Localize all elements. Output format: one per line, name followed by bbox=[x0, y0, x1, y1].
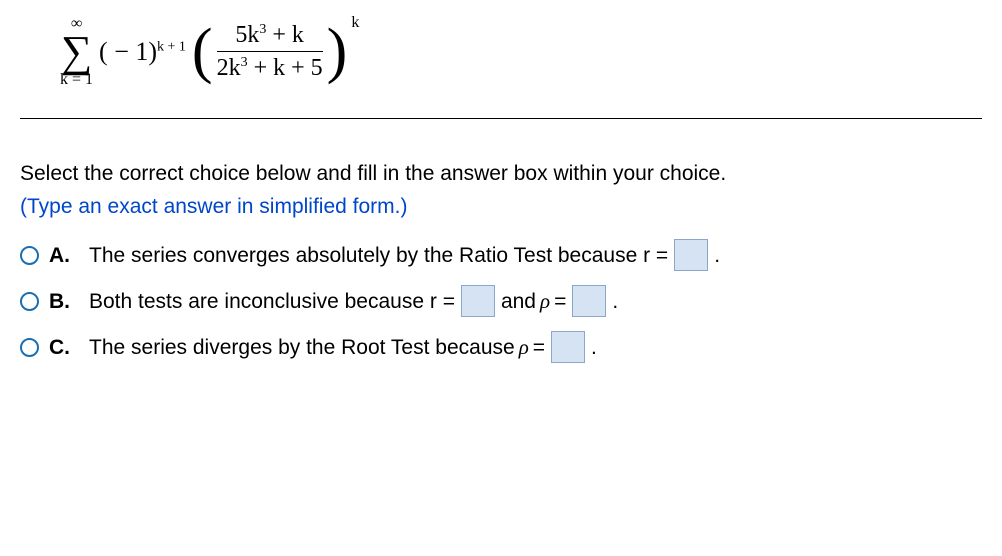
choice-b-rho: ρ bbox=[540, 287, 550, 316]
choice-a-post: . bbox=[714, 241, 720, 270]
choice-b-label: B. bbox=[49, 287, 71, 316]
outer-exponent: k bbox=[351, 12, 359, 34]
left-paren: ( bbox=[192, 27, 213, 77]
choice-c-eq: = bbox=[533, 333, 545, 362]
choice-c-post: . bbox=[591, 333, 597, 362]
radio-b[interactable] bbox=[20, 292, 39, 311]
right-paren: ) bbox=[327, 27, 348, 77]
radio-a[interactable] bbox=[20, 246, 39, 265]
choice-a-row: A. The series converges absolutely by th… bbox=[20, 239, 982, 271]
choice-b-post: . bbox=[612, 287, 618, 316]
choice-b-text: Both tests are inconclusive because r = … bbox=[89, 285, 618, 317]
choice-a-text: The series converges absolutely by the R… bbox=[89, 239, 720, 271]
sigma-block: ∞ ∑ k = 1 bbox=[60, 16, 93, 88]
choice-c-row: C. The series diverges by the Root Test … bbox=[20, 331, 982, 363]
fraction: 5k3 + k 2k3 + k + 5 bbox=[213, 21, 327, 84]
term1-base: ( − 1) bbox=[99, 37, 157, 66]
fraction-bar bbox=[217, 51, 323, 52]
numerator: 5k3 + k bbox=[235, 21, 304, 50]
choice-a-label: A. bbox=[49, 241, 71, 270]
choice-b-row: B. Both tests are inconclusive because r… bbox=[20, 285, 982, 317]
alternating-term: ( − 1)k + 1 bbox=[99, 34, 186, 70]
choice-c-text: The series diverges by the Root Test bec… bbox=[89, 331, 597, 363]
instruction-text: Select the correct choice below and fill… bbox=[20, 159, 982, 188]
section-divider bbox=[20, 118, 982, 119]
radio-c[interactable] bbox=[20, 338, 39, 357]
sigma-symbol: ∑ bbox=[61, 32, 92, 72]
choice-c-label: C. bbox=[49, 333, 71, 362]
denominator: 2k3 + k + 5 bbox=[217, 54, 323, 83]
series-formula: ∞ ∑ k = 1 ( − 1)k + 1 ( 5k3 + k 2k3 + k … bbox=[20, 16, 982, 118]
sub-instruction-text: (Type an exact answer in simplified form… bbox=[20, 192, 982, 221]
answer-box-c-rho[interactable] bbox=[551, 331, 585, 363]
sigma-lower: k = 1 bbox=[60, 72, 93, 88]
choice-c-rho: ρ bbox=[519, 333, 529, 362]
answer-box-a-r[interactable] bbox=[674, 239, 708, 271]
choice-c-pre: The series diverges by the Root Test bec… bbox=[89, 333, 515, 362]
answer-box-b-r[interactable] bbox=[461, 285, 495, 317]
choice-b-pre: Both tests are inconclusive because r = bbox=[89, 287, 455, 316]
choice-b-mid: and bbox=[501, 287, 536, 316]
choice-b-eq: = bbox=[554, 287, 566, 316]
answer-box-b-rho[interactable] bbox=[572, 285, 606, 317]
choice-a-pre: The series converges absolutely by the R… bbox=[89, 241, 668, 270]
fraction-group: ( 5k3 + k 2k3 + k + 5 ) bbox=[192, 21, 347, 84]
term1-exp: k + 1 bbox=[157, 39, 186, 54]
